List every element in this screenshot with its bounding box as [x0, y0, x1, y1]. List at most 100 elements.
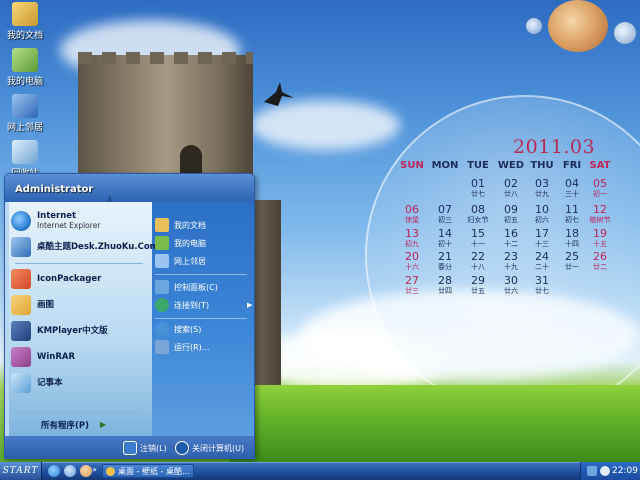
logoff-icon [123, 441, 137, 455]
desktop-icon-label: 我的文档 [6, 31, 43, 41]
start-item-label: 桌酷主题Desk.ZhuoKu.Com [37, 242, 159, 252]
power-icon [175, 441, 189, 455]
calendar-day-number: 14 [438, 227, 452, 240]
iconpackager-icon [11, 269, 31, 289]
calendar-lunar-date: 初三 [438, 216, 452, 224]
start-item-winrar[interactable]: WinRAR [11, 344, 149, 370]
calendar-day: 18 十四 [557, 227, 587, 249]
clock: 22:09 [612, 466, 638, 476]
start-place-my-documents[interactable]: 我的文档 [155, 216, 250, 234]
desktop-icon-label: 我的电脑 [6, 77, 43, 87]
logoff-label: 注销(L) [140, 443, 167, 453]
start-item-label: IconPackager [37, 274, 102, 284]
volume-tray-icon[interactable] [600, 466, 610, 476]
logoff-button[interactable]: 注销(L) [123, 440, 167, 456]
calendar-title: 2011.03 [513, 136, 596, 158]
calendar-day-number: 05 [593, 177, 607, 190]
winrar-icon [11, 347, 31, 367]
calendar-lunar-date: 十八 [471, 263, 485, 271]
calendar-lunar-date: 初九 [405, 240, 419, 248]
calendar-day: 10 初六 [527, 204, 557, 225]
calendar-day-number: 07 [438, 203, 452, 216]
desktop-icon-my-computer[interactable]: 我的电脑 [0, 48, 50, 87]
calendar-day-number: 04 [565, 177, 579, 190]
network-tray-icon[interactable] [587, 466, 597, 476]
start-item-iconpackager[interactable]: IconPackager [11, 266, 149, 292]
start-place-connect-to[interactable]: 连接到(T) [155, 296, 250, 314]
start-menu-username: Administrator [15, 184, 94, 195]
start-item-kmplayer[interactable]: KMPlayer中文版 [11, 318, 149, 344]
calendar-lunar-date: 初六 [535, 216, 549, 224]
calendar-day-number: 16 [504, 227, 518, 240]
calendar-day: 22 十八 [463, 250, 493, 272]
paint-icon [11, 295, 31, 315]
calendar-lunar-date: 惊蛰 [405, 216, 419, 224]
internet-explorer-icon[interactable] [48, 465, 60, 477]
network-icon [12, 94, 38, 118]
start-button[interactable]: START [0, 462, 42, 480]
calendar-lunar-date: 三十 [565, 190, 579, 198]
network-icon [155, 254, 169, 268]
chevron-right-icon[interactable]: » [92, 465, 97, 474]
shutdown-button[interactable]: 关闭计算机(U) [175, 440, 244, 456]
theme-icon [11, 237, 31, 257]
start-place-label: 搜索(S) [174, 324, 202, 334]
start-item-internet[interactable]: Internet Internet Explorer [11, 208, 149, 234]
start-item-label: KMPlayer中文版 [37, 326, 108, 336]
start-place-run[interactable]: 运行(R)... [155, 338, 250, 356]
start-menu-separator [155, 274, 247, 275]
calendar-day: 15 十一 [463, 228, 493, 249]
start-menu-separator [155, 318, 247, 319]
desktop-icon-my-documents[interactable]: 我的文档 [0, 2, 50, 41]
start-place-network[interactable]: 网上邻居 [155, 252, 250, 270]
calendar-lunar-date: 十二 [504, 240, 518, 248]
calendar-weekday: TUE [467, 160, 489, 171]
calendar-day-number: 18 [565, 227, 579, 240]
calendar-day-number: 13 [405, 227, 419, 240]
all-programs-button[interactable]: 所有程序(P) [41, 419, 89, 431]
globe-icon [155, 298, 169, 312]
calendar-weekday: SUN [400, 160, 424, 171]
start-item-label: 记事本 [37, 378, 63, 388]
calendar-day: 30 廿六 [496, 275, 526, 296]
start-place-control-panel[interactable]: 控制面板(C) [155, 278, 250, 296]
calendar-day: 27 廿三 [397, 275, 427, 296]
calendar-day-number: 11 [565, 203, 579, 216]
calendar-lunar-date: 廿三 [405, 287, 419, 295]
calendar-day: 31 廿七 [527, 274, 557, 296]
calendar-lunar-date: 十五 [593, 240, 607, 248]
calendar-day: 19 十五 [585, 228, 615, 249]
calendar-lunar-date: 二十 [535, 263, 549, 271]
start-place-search[interactable]: 搜索(S) [155, 320, 250, 338]
calendar-day: 05 初一 [585, 177, 615, 199]
start-item-notepad[interactable]: 记事本 [11, 370, 149, 396]
calendar-weekday: MON [431, 160, 459, 171]
calendar-day: 23 十九 [496, 251, 526, 272]
wallpaper-tower-window [180, 145, 202, 175]
media-player-icon[interactable] [80, 465, 92, 477]
start-item-label: 画图 [37, 300, 55, 310]
wallpaper-grass [230, 385, 640, 462]
desktop-icon-network[interactable]: 网上邻居 [0, 94, 50, 133]
calendar-day-number: 20 [405, 250, 419, 263]
search-icon [155, 322, 169, 336]
start-item-desk-zhuoku[interactable]: 桌酷主题Desk.ZhuoKu.Com [11, 234, 159, 260]
calendar-lunar-date: 初七 [565, 216, 579, 224]
calendar-day: 08 妇女节 [463, 204, 493, 225]
shutdown-label: 关闭计算机(U) [192, 443, 245, 453]
taskbar-window-button[interactable]: 桌面 - 壁纸 - 桌酷... [102, 464, 194, 478]
calendar-day: 25 廿一 [557, 251, 587, 272]
calendar-day-number: 22 [471, 250, 485, 263]
calendar-day-number: 06 [405, 203, 419, 216]
start-place-my-computer[interactable]: 我的电脑 [155, 234, 250, 252]
calendar-day-number: 31 [535, 274, 549, 287]
calendar-day: 17 十三 [527, 228, 557, 249]
calendar-lunar-date: 廿六 [504, 287, 518, 295]
computer-icon [155, 236, 169, 250]
start-item-paint[interactable]: 画图 [11, 292, 149, 318]
calendar-lunar-date: 廿二 [593, 263, 607, 271]
calendar-lunar-date: 廿八 [504, 190, 518, 198]
show-desktop-icon[interactable] [64, 465, 76, 477]
calendar-day: 20 十六 [397, 250, 427, 272]
bird-icon [264, 82, 294, 106]
